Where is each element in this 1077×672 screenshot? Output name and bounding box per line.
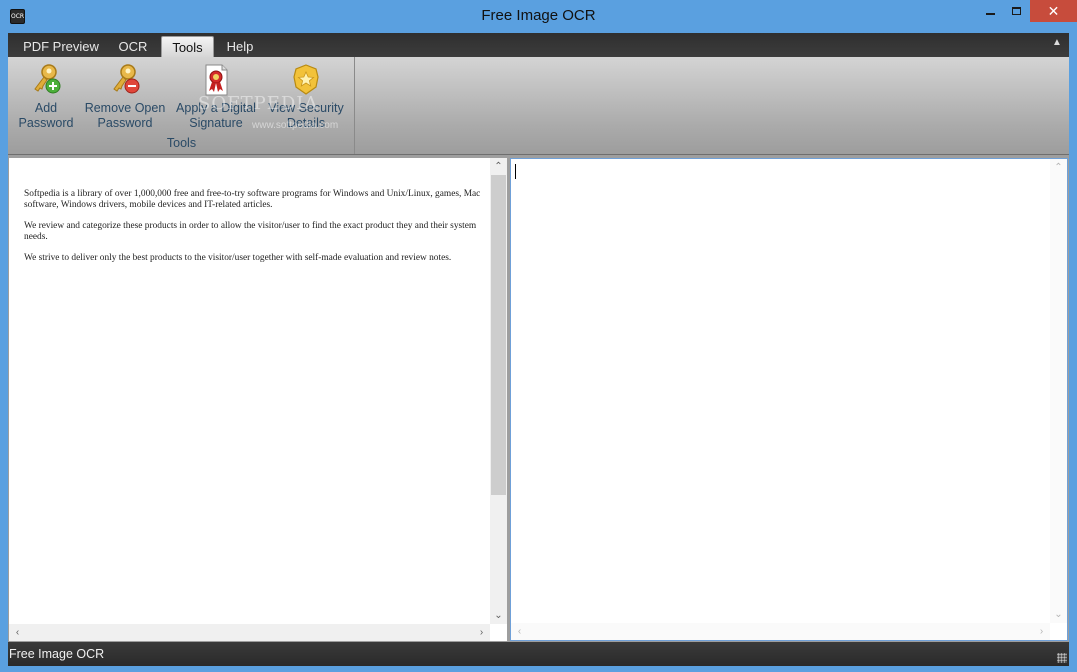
add-password-label-line1: Add [34,101,58,115]
security-badge-icon [290,63,322,97]
scroll-left-icon[interactable]: ‹ [9,624,26,641]
tab-ocr[interactable]: OCR [109,36,157,57]
scroll-down-icon[interactable]: ⌄ [1050,606,1067,623]
tab-tools[interactable]: Tools [161,36,214,57]
tab-pdf-preview[interactable]: PDF Preview [18,36,104,57]
document-paragraph: We review and categorize these products … [24,221,477,242]
remove-open-password-button[interactable]: Remove Open Password [84,63,166,131]
remove-open-password-label-line2: Password [97,116,153,130]
window-title: Free Image OCR [481,7,596,24]
ribbon-panel: Add Password Remove Open Password Apply … [8,57,1069,155]
ocr-output-textarea[interactable]: ⌃ ⌄ ‹ › [510,158,1068,641]
title-bar[interactable]: OCR Free Image OCR ✕ [0,0,1077,33]
ribbon-tab-strip: PDF Preview OCR Tools Help ▲ [8,33,1069,57]
ribbon-collapse-button[interactable]: ▲ [1051,37,1063,49]
scroll-down-icon[interactable]: ⌄ [490,607,507,624]
apply-digital-signature-label-line2: Signature [189,116,243,130]
chevron-up-icon: ▲ [1052,37,1062,48]
softpedia-watermark: SOFTPEDIA [198,93,319,114]
ribbon-group-tools: Add Password Remove Open Password Apply … [8,57,355,154]
text-cursor [515,164,516,179]
softpedia-watermark-url: www.softpedia.com [252,120,339,131]
preview-horizontal-scrollbar[interactable]: ‹ › [9,624,490,641]
preview-vertical-scrollbar[interactable]: ⌃ ⌄ [490,158,507,624]
maximize-button[interactable] [1003,0,1029,22]
key-add-icon [30,63,62,97]
document-paragraph: Softpedia is a library of over 1,000,000… [24,189,481,210]
add-password-button[interactable]: Add Password [12,63,80,131]
close-button[interactable]: ✕ [1030,0,1077,22]
close-icon: ✕ [1047,3,1060,19]
add-password-label-line2: Password [18,116,74,130]
scanned-document: Softpedia is a library of over 1,000,000… [24,189,486,274]
tab-help[interactable]: Help [218,36,262,57]
document-paragraph: We strive to deliver only the best produ… [24,253,452,263]
app-window: OCR Free Image OCR ✕ PDF Preview OCR Too… [0,0,1077,672]
scroll-up-icon[interactable]: ⌃ [1050,159,1067,176]
certificate-icon [200,63,232,97]
output-horizontal-scrollbar[interactable]: ‹ › [511,623,1050,640]
ribbon-group-label: Tools [166,136,197,150]
scroll-left-icon[interactable]: ‹ [511,623,528,640]
status-text: Free Image OCR [9,647,105,661]
resize-grip-icon[interactable] [1057,653,1067,663]
maximize-icon [1011,7,1021,15]
scroll-right-icon[interactable]: › [473,624,490,641]
status-bar: Free Image OCR [8,642,1069,666]
scroll-right-icon[interactable]: › [1033,623,1050,640]
minimize-button[interactable] [977,0,1003,22]
key-remove-icon [109,63,141,97]
minimize-icon [985,13,995,15]
remove-open-password-label-line1: Remove Open [84,101,166,115]
image-preview-pane[interactable]: Softpedia is a library of over 1,000,000… [9,158,507,641]
preview-scroll-thumb[interactable] [491,175,506,495]
scroll-up-icon[interactable]: ⌃ [490,158,507,175]
output-vertical-scrollbar[interactable]: ⌃ ⌄ [1050,159,1067,623]
work-area: Softpedia is a library of over 1,000,000… [8,155,1069,642]
